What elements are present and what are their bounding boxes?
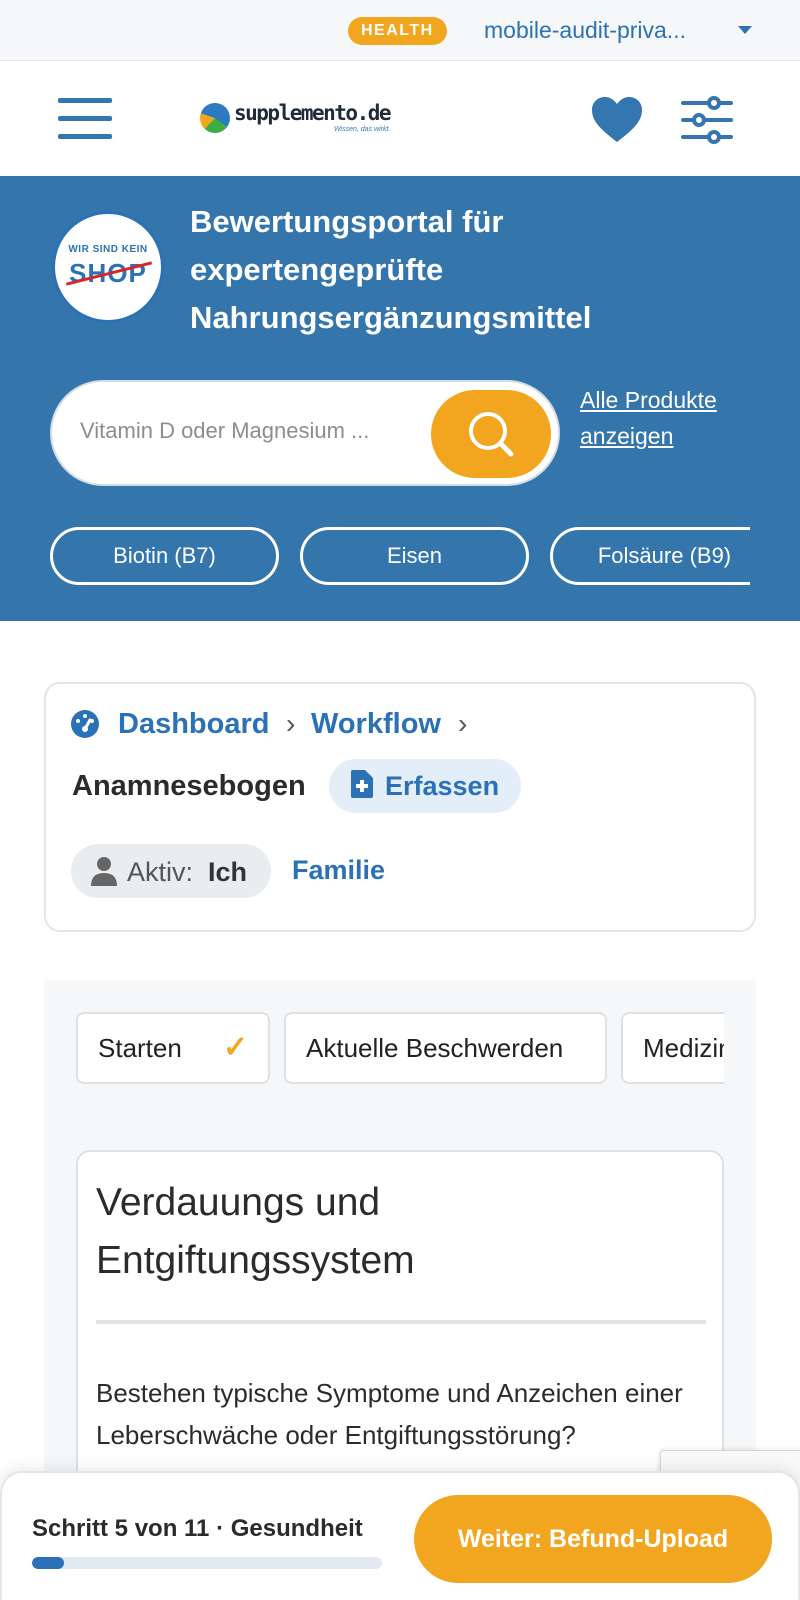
hero-title: Bewertungsportal für expertengeprüfte Na… (190, 204, 592, 335)
file-plus-icon (351, 770, 373, 798)
breadcrumb-separator: › (286, 708, 296, 739)
question-text: Bestehen typische Symptome und Anzeichen… (96, 1378, 683, 1450)
site-logo[interactable]: supplemento.de Wissen, das wirkt. (200, 99, 392, 139)
heart-icon[interactable] (590, 95, 644, 145)
breadcrumb-separator: › (458, 708, 468, 739)
account-switcher[interactable]: mobile-audit-priva... (484, 14, 686, 46)
tab-label: Medizinische (643, 1033, 724, 1063)
breadcrumb-current: Anamnesebogen (72, 770, 306, 802)
chip-eisen[interactable]: Eisen (300, 527, 529, 585)
breadcrumb-dashboard[interactable]: Dashboard (118, 704, 269, 744)
tab-label: Starten (98, 1033, 182, 1063)
tab-starten[interactable]: Starten ✓ (76, 1012, 270, 1084)
logo-tagline: Wissen, das wirkt. (334, 126, 391, 133)
no-shop-badge: WIR SIND KEIN SHOP (52, 211, 164, 323)
chip-folsaeure[interactable]: Folsäure (B9) (550, 527, 750, 585)
bottom-progress-bar: Schritt 5 von 11 · Gesundheit Weiter: Be… (0, 1471, 800, 1600)
tab-medizinische[interactable]: Medizinische (621, 1012, 724, 1084)
top-bar: HEALTH mobile-audit-priva... (0, 0, 800, 61)
step-indicator: Schritt 5 von 11 · Gesundheit (32, 1515, 363, 1542)
all-products-link[interactable]: Alle Produkte anzeigen (580, 382, 780, 454)
capture-button[interactable]: Erfassen (329, 759, 521, 813)
badge-top-text: WIR SIND KEIN (68, 244, 148, 255)
dashboard-icon (71, 710, 99, 738)
category-chips: Biotin (B7) Eisen Folsäure (B9) (50, 527, 750, 587)
logo-mark-icon (200, 103, 230, 133)
user-icon (91, 857, 117, 886)
search-box (50, 380, 560, 486)
sliders-icon[interactable] (681, 95, 733, 145)
active-profile-pill[interactable]: Aktiv: Ich (71, 844, 271, 898)
search-icon (469, 412, 514, 457)
capture-label: Erfassen (385, 771, 500, 801)
search-input[interactable] (80, 418, 420, 444)
next-step-button[interactable]: Weiter: Befund-Upload (414, 1495, 772, 1583)
menu-icon[interactable] (58, 98, 112, 140)
progress-fill (32, 1557, 64, 1569)
chevron-down-icon[interactable] (738, 26, 752, 34)
active-label: Aktiv: (127, 857, 194, 887)
check-icon: ✓ (223, 1031, 249, 1064)
logo-text: supplemento.de (234, 101, 392, 125)
active-value: Ich (208, 857, 248, 887)
family-link[interactable]: Familie (292, 852, 385, 888)
hero-section: WIR SIND KEIN SHOP Bewertungsportal für … (0, 176, 800, 621)
tab-aktuelle-beschwerden[interactable]: Aktuelle Beschwerden (284, 1012, 607, 1084)
site-header: supplemento.de Wissen, das wirkt. (0, 61, 800, 176)
breadcrumb-workflow[interactable]: Workflow (311, 704, 441, 744)
breadcrumb-card: Dashboard › Workflow › Anamnesebogen Erf… (44, 682, 756, 932)
workflow-tabs: Starten ✓ Aktuelle Beschwerden Medizinis… (76, 1012, 724, 1086)
tab-label: Aktuelle Beschwerden (306, 1033, 564, 1063)
chip-biotin[interactable]: Biotin (B7) (50, 527, 279, 585)
divider (96, 1320, 706, 1324)
search-button[interactable] (431, 390, 551, 478)
progress-track (32, 1557, 382, 1569)
section-title: Verdauungs und Entgiftungssystem (96, 1181, 415, 1282)
health-badge: HEALTH (348, 17, 447, 45)
